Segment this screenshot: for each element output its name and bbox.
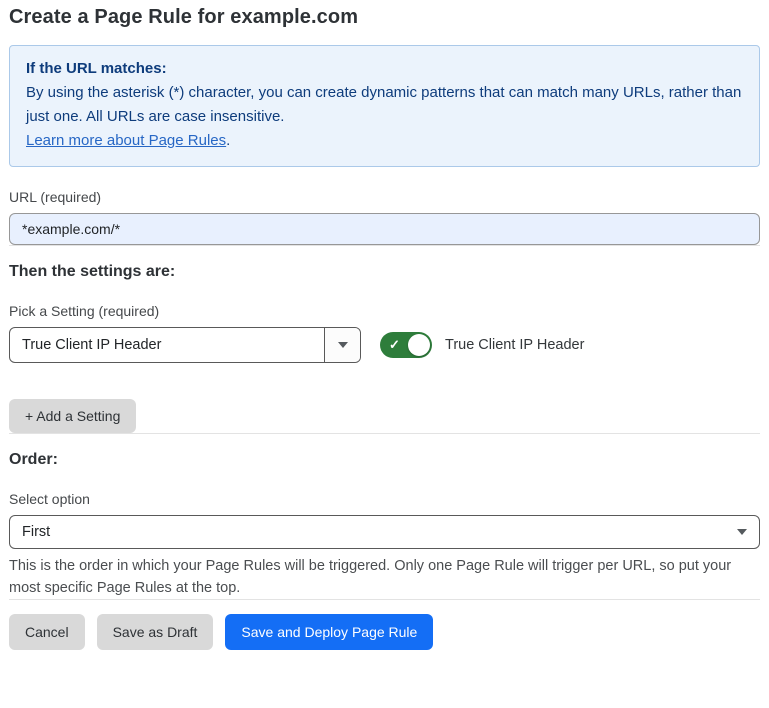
setting-dropdown[interactable]: True Client IP Header bbox=[9, 327, 361, 363]
check-icon: ✓ bbox=[389, 338, 400, 351]
footer-actions: Cancel Save as Draft Save and Deploy Pag… bbox=[9, 614, 760, 650]
create-page-rule-form: Create a Page Rule for example.com If th… bbox=[0, 0, 769, 650]
order-help-text: This is the order in which your Page Rul… bbox=[9, 555, 760, 599]
triangle-down-glyph bbox=[737, 529, 747, 535]
page-title: Create a Page Rule for example.com bbox=[9, 6, 760, 29]
save-deploy-button[interactable]: Save and Deploy Page Rule bbox=[225, 614, 433, 650]
link-suffix: . bbox=[226, 132, 230, 149]
learn-more-link[interactable]: Learn more about Page Rules bbox=[26, 132, 226, 149]
select-option-label: Select option bbox=[9, 491, 760, 507]
url-input[interactable] bbox=[9, 213, 760, 245]
save-draft-button[interactable]: Save as Draft bbox=[97, 614, 214, 650]
setting-toggle-label: True Client IP Header bbox=[445, 337, 584, 353]
order-section-heading: Order: bbox=[9, 451, 760, 469]
section-divider bbox=[9, 433, 760, 434]
toggle-knob bbox=[408, 334, 430, 356]
chevron-down-icon[interactable] bbox=[324, 328, 360, 362]
setting-row: True Client IP Header ✓ True Client IP H… bbox=[9, 327, 760, 363]
info-box-heading: If the URL matches: bbox=[26, 57, 743, 81]
footer-divider bbox=[9, 599, 760, 600]
url-field-label: URL (required) bbox=[9, 189, 760, 205]
info-box-link-row: Learn more about Page Rules. bbox=[26, 129, 743, 153]
add-setting-button[interactable]: + Add a Setting bbox=[9, 399, 136, 433]
section-divider bbox=[9, 245, 760, 246]
cancel-button[interactable]: Cancel bbox=[9, 614, 85, 650]
settings-section-heading: Then the settings are: bbox=[9, 263, 760, 281]
setting-dropdown-value: True Client IP Header bbox=[10, 328, 324, 362]
setting-toggle[interactable]: ✓ bbox=[380, 332, 432, 358]
triangle-down-glyph bbox=[338, 342, 348, 348]
order-select-value: First bbox=[10, 516, 725, 548]
chevron-down-icon bbox=[725, 516, 759, 548]
info-box-body: By using the asterisk (*) character, you… bbox=[26, 81, 743, 129]
pick-setting-label: Pick a Setting (required) bbox=[9, 303, 760, 319]
url-match-info-box: If the URL matches: By using the asteris… bbox=[9, 45, 760, 167]
order-select[interactable]: First bbox=[9, 515, 760, 549]
setting-toggle-group: ✓ True Client IP Header bbox=[380, 332, 584, 358]
